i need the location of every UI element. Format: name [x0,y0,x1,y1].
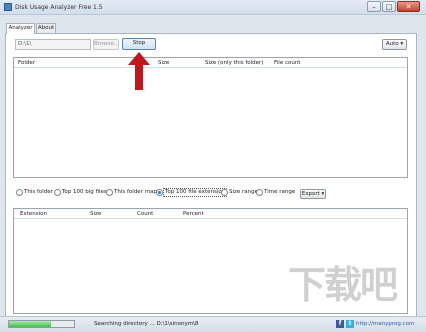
path-input[interactable]: D:\1\ [15,39,91,50]
website-link[interactable]: http://manyprog.com [356,321,414,327]
pointer-arrow-icon [128,52,150,90]
option-top-100-big-files-label: Top 100 big files [62,189,107,195]
extensions-table-header: Extension Size Count Percent [14,209,407,219]
export-dropdown[interactable]: Export ▾ [300,189,326,199]
stop-button[interactable]: Stop [122,38,156,50]
column-file-count[interactable]: File count [274,60,300,66]
column-percent[interactable]: Percent [183,211,204,217]
option-this-folder-label: This folder [24,189,53,195]
option-this-folder-map-label: This folder map [114,189,157,195]
radio-top-100-file-extension[interactable] [156,189,163,196]
close-button[interactable]: ✕ [397,1,420,12]
column-count[interactable]: Count [137,211,153,217]
maximize-button[interactable]: □ [382,1,396,12]
column-size-only-folder[interactable]: Size (only this folder) [205,60,263,66]
column-extension[interactable]: Extension [20,211,47,217]
folders-table[interactable]: Folder Size Size (only this folder) File… [13,57,408,178]
progress-fill [9,321,52,327]
option-size-range-label: Size range [229,189,259,195]
radio-this-folder-map[interactable] [106,189,113,196]
progress-bar [8,320,75,328]
auto-dropdown[interactable]: Auto ▾ [382,39,407,50]
browse-button[interactable]: Browse... [93,39,119,50]
column-size[interactable]: Size [90,211,101,217]
tab-analyzer[interactable]: Analyzer [6,23,35,34]
facebook-icon[interactable]: f [336,320,344,328]
app-icon [4,3,12,11]
minimize-button[interactable]: – [367,1,381,12]
radio-time-range[interactable] [256,189,263,196]
watermark: 下载吧 [288,263,398,307]
column-folder[interactable]: Folder [18,60,35,66]
window-title: Disk Usage Analyzer Free 1.5 [15,4,103,11]
radio-top-100-big-files[interactable] [54,189,61,196]
tab-about[interactable]: About [36,23,56,33]
status-text: Searching directory ... D:\1\sinonym\8 [94,321,199,327]
column-size[interactable]: Size [158,60,169,66]
radio-size-range[interactable] [221,189,228,196]
radio-this-folder[interactable] [16,189,23,196]
option-time-range-label: Time range [264,189,296,195]
option-top-100-file-extension-label: Top 100 file extension [163,188,228,197]
twitter-icon[interactable]: t [346,320,354,328]
folders-table-header: Folder Size Size (only this folder) File… [14,58,407,68]
